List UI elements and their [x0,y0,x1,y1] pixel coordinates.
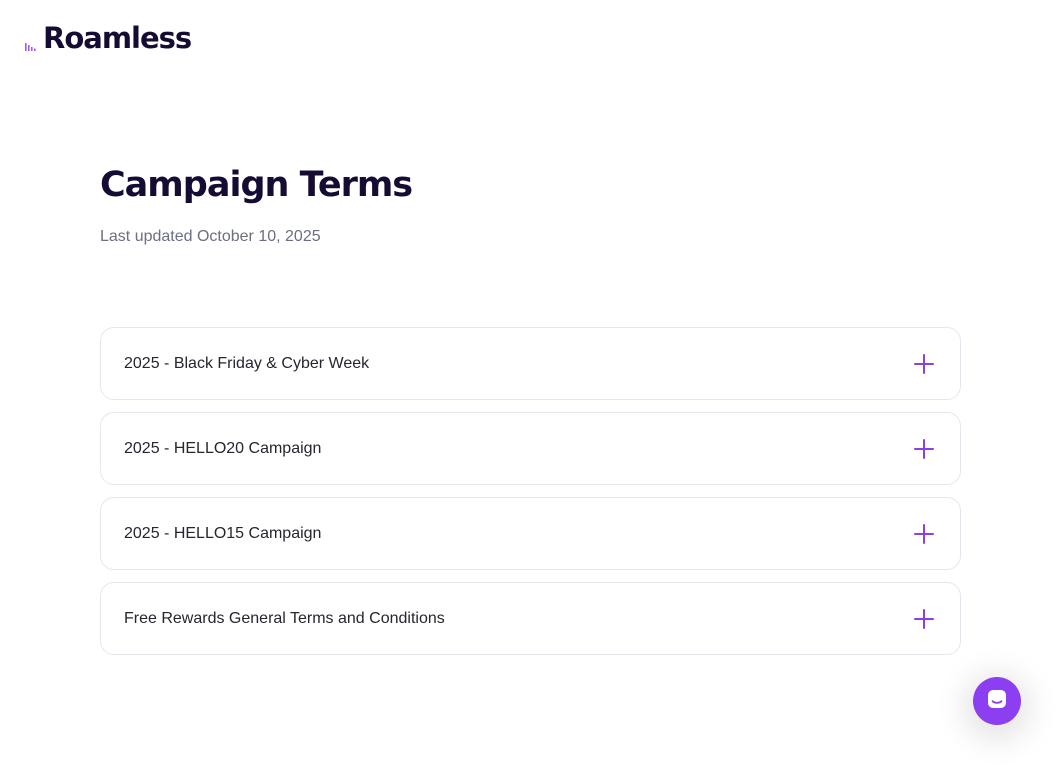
roamless-logo[interactable]: Roamless [24,20,192,56]
logo-wordmark: Roamless [43,21,192,55]
accordion-item-hello15[interactable]: 2025 - HELLO15 Campaign [100,497,961,570]
accordion-item-label: 2025 - HELLO20 Campaign [124,439,322,457]
accordion-item-hello20[interactable]: 2025 - HELLO20 Campaign [100,412,961,485]
chat-bubble-icon [985,687,1009,716]
roamless-logo-icon [24,23,46,53]
chat-launcher-button[interactable] [973,677,1021,725]
plus-icon[interactable] [914,608,934,629]
page-title: Campaign Terms [100,165,413,205]
accordion-item-free-rewards[interactable]: Free Rewards General Terms and Condition… [100,582,961,655]
plus-icon[interactable] [914,353,934,374]
last-updated-text: Last updated October 10, 2025 [100,228,321,245]
plus-icon[interactable] [914,438,934,459]
accordion-item-black-friday[interactable]: 2025 - Black Friday & Cyber Week [100,327,961,400]
campaign-terms-accordion: 2025 - Black Friday & Cyber Week 2025 - … [100,327,961,667]
page: Roamless Campaign Terms Last updated Oct… [0,0,1061,765]
plus-icon[interactable] [914,523,934,544]
accordion-item-label: 2025 - Black Friday & Cyber Week [124,354,370,372]
accordion-item-label: Free Rewards General Terms and Condition… [124,609,445,627]
accordion-item-label: 2025 - HELLO15 Campaign [124,524,322,542]
